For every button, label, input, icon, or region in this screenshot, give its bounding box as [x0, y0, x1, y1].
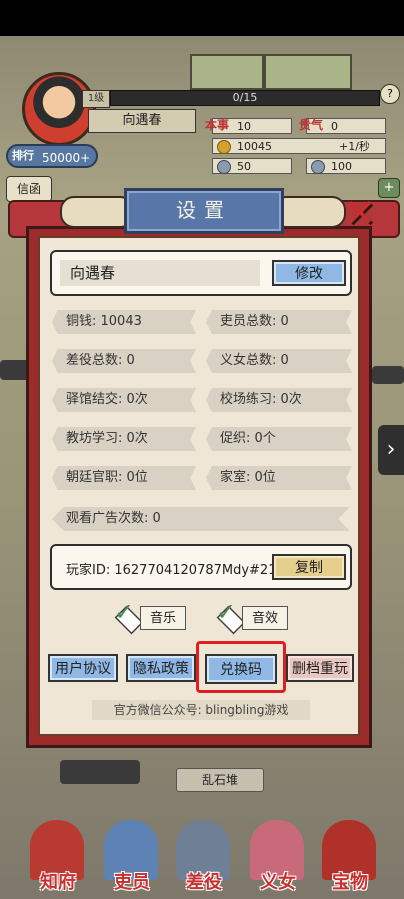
coin-counter: 10045 +1/秒 [212, 138, 386, 154]
sfx-label: 音效 [242, 606, 288, 630]
checkmark-icon: ✓ [216, 598, 237, 626]
level-badge: 1级 [82, 90, 110, 108]
player-avatar[interactable] [22, 72, 96, 146]
wechat-account: 官方微信公众号: blingbling游戏 [92, 700, 310, 720]
stat-runners: 差役总数: 0 [52, 349, 196, 373]
redeem-highlight-box [196, 641, 286, 693]
stat-copper: 铜钱: 10043 [52, 310, 196, 334]
stat-benshi: 本事 10 [205, 118, 292, 134]
chevron-right-icon[interactable]: › [378, 425, 404, 475]
stat-crickets: 促织: 0个 [206, 427, 352, 451]
nav-treasure[interactable]: 宝物 [322, 870, 378, 896]
bg-field [264, 54, 352, 90]
xp-bar: 0/15 [110, 90, 380, 106]
rename-button[interactable]: 修改 [272, 260, 346, 286]
copy-id-button[interactable]: 复制 [272, 554, 346, 580]
bg-field [190, 54, 264, 90]
resource-a-value: 50 [237, 160, 251, 173]
stat-study: 教坊学习: 0次 [52, 427, 196, 451]
coin-icon [217, 140, 231, 154]
resource-b-icon [311, 160, 325, 174]
stat-guiqi-value: 0 [331, 120, 338, 133]
player-id: 玩家ID: 1627704120787Mdy#211 [66, 563, 285, 578]
resource-a: 50 [212, 158, 292, 174]
music-label: 音乐 [140, 606, 186, 630]
stat-guiqi: 贵气 0 [299, 118, 386, 134]
stat-training: 校场练习: 0次 [206, 388, 352, 412]
nav-runners[interactable]: 差役 [176, 870, 232, 896]
rank-label: 排行 [12, 149, 34, 162]
dialog-header: 设置 [60, 186, 346, 236]
stat-family: 家室: 0位 [206, 466, 352, 490]
bg-roof [372, 366, 404, 384]
nav-clerks[interactable]: 吏员 [104, 870, 160, 896]
coin-value: 10045 [237, 140, 272, 153]
stat-clerks: 吏员总数: 0 [206, 310, 352, 334]
bg-roof [60, 760, 140, 784]
close-icon[interactable]: ✕ [342, 194, 378, 232]
delete-restart-button[interactable]: 删档重玩 [286, 654, 354, 682]
rank-value: 50000+ [42, 151, 91, 165]
nav-prefect[interactable]: 知府 [30, 870, 86, 896]
stat-benshi-label: 本事 [205, 118, 230, 132]
stat-officials: 朝廷官职: 0位 [52, 466, 196, 490]
letters-button[interactable]: 信函 [6, 176, 52, 202]
stat-inn: 驿馆结交: 0次 [52, 388, 196, 412]
name-field-value: 向遇春 [70, 264, 116, 282]
rank-button[interactable]: 排行 50000+ [6, 144, 98, 168]
user-agreement-button[interactable]: 用户协议 [48, 654, 118, 682]
resource-b: 100 [306, 158, 386, 174]
location-label: 乱石堆 [176, 768, 264, 792]
dialog-title: 设置 [124, 188, 284, 234]
help-icon[interactable]: ? [380, 84, 400, 104]
coin-rate: +1/秒 [339, 140, 370, 153]
plus-icon[interactable]: + [378, 178, 400, 198]
player-name: 向遇春 [88, 109, 196, 133]
music-toggle[interactable]: ✓ 音乐 [112, 600, 186, 635]
resource-a-icon [217, 160, 231, 174]
cloud-ornament-left [60, 196, 134, 228]
checkmark-icon: ✓ [114, 598, 135, 626]
resource-b-value: 100 [331, 160, 352, 173]
stat-ads-watched: 观看广告次数: 0 [52, 507, 350, 531]
game-screen: 1级 0/15 ? 向遇春 本事 10 贵气 0 10045 +1/秒 50 1… [0, 0, 404, 899]
privacy-policy-button[interactable]: 隐私政策 [126, 654, 196, 682]
stat-benshi-value: 10 [237, 120, 251, 133]
nav-goddaughters[interactable]: 义女 [250, 870, 306, 896]
stat-goddaughters: 义女总数: 0 [206, 349, 352, 373]
stat-guiqi-label: 贵气 [299, 118, 324, 132]
sfx-toggle[interactable]: ✓ 音效 [214, 600, 288, 635]
